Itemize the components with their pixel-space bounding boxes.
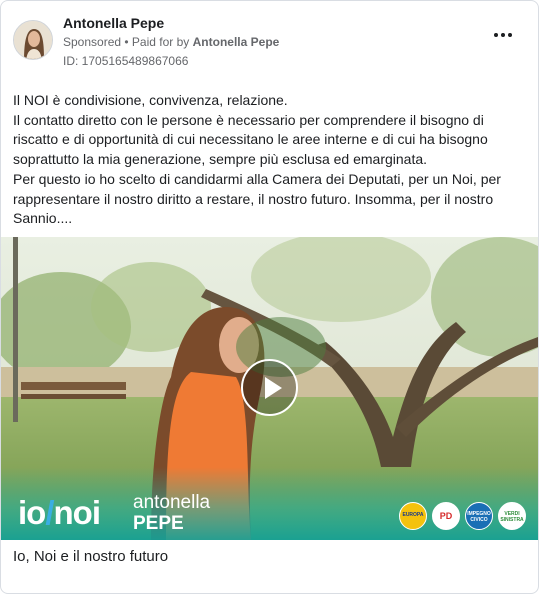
impegno-civico-badge-icon: IMPEGNO CIVICO [465, 502, 493, 530]
overlay-name: antonella [133, 492, 211, 513]
video-caption[interactable]: Io, Noi e il nostro futuro [13, 548, 168, 565]
more-options-icon[interactable] [494, 29, 514, 41]
body-line: Per questo io ho scelto di candidarmi al… [13, 170, 501, 227]
body-line: Il contatto diretto con le persone è nec… [13, 111, 488, 168]
body-line: Il NOI è condivisione, convivenza, relaz… [13, 92, 288, 108]
post-header: Antonella Pepe Sponsored • Paid for by A… [13, 13, 526, 73]
paid-by-name: Antonella Pepe [192, 35, 280, 49]
sponsored-line: Sponsored • Paid for by Antonella Pepe [63, 35, 279, 49]
post-body: Il NOI è condivisione, convivenza, relaz… [13, 91, 523, 229]
sponsored-label: Sponsored [63, 35, 122, 49]
io-noi-logo: io/noi [18, 494, 101, 531]
play-button[interactable] [241, 359, 298, 416]
overlay-surname: PEPE [133, 513, 184, 534]
author-name[interactable]: Antonella Pepe [63, 15, 164, 31]
europa-badge-icon: EUROPA [399, 502, 427, 530]
ad-card: Antonella Pepe Sponsored • Paid for by A… [0, 0, 539, 594]
pd-badge-icon: PD [432, 502, 460, 530]
ad-id: ID: 1705165489867066 [63, 54, 189, 68]
author-avatar[interactable] [13, 20, 53, 60]
verdi-sinistra-badge-icon: VERDI SINISTRA [498, 502, 526, 530]
paid-for-label: • Paid for by [124, 35, 190, 49]
